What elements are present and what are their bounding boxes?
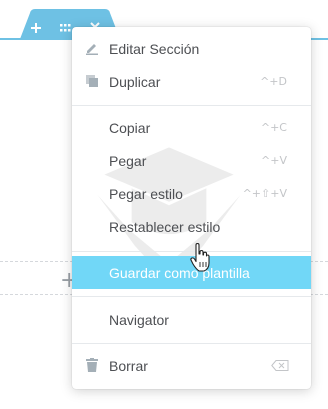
menu-item-label: Pegar estilo (109, 185, 183, 202)
add-section-button[interactable] (30, 22, 48, 40)
menu-item-label: Copiar (109, 119, 151, 136)
shortcut-hint: ^+V (261, 154, 287, 167)
menu-item-copy[interactable]: Copiar ^+C (72, 111, 311, 144)
plus-icon (31, 23, 41, 33)
menu-item-label: Navigator (109, 311, 169, 328)
shortcut-hint: ^+D (260, 75, 287, 88)
menu-divider (72, 105, 311, 106)
trash-icon (84, 357, 100, 373)
menu-item-label: Pegar (109, 152, 147, 169)
shortcut-hint: ^+⇧+V (242, 187, 287, 200)
pencil-icon (84, 40, 100, 56)
menu-item-label: Borrar (109, 357, 148, 374)
menu-item-paste-style[interactable]: Pegar estilo ^+⇧+V (72, 177, 311, 210)
menu-divider (72, 343, 311, 344)
menu-item-reset-style[interactable]: Restablecer estilo (72, 210, 311, 243)
menu-item-navigator[interactable]: Navigator (72, 303, 311, 336)
shortcut-hint: ^+C (260, 121, 287, 134)
menu-item-label: Duplicar (109, 73, 161, 90)
context-menu: Editar Sección Duplicar ^+D Copiar ^+C P… (72, 27, 311, 389)
menu-item-label: Editar Sección (109, 40, 200, 57)
menu-divider (72, 296, 311, 297)
menu-item-label: Restablecer estilo (109, 218, 221, 235)
hand-pointer-cursor (190, 243, 210, 272)
delete-key-icon (271, 360, 289, 374)
menu-item-paste[interactable]: Pegar ^+V (72, 144, 311, 177)
grid-handle-icon (60, 24, 71, 32)
copy-icon (84, 73, 100, 89)
menu-item-edit-section[interactable]: Editar Sección (72, 32, 311, 65)
menu-item-label: Guardar como plantilla (109, 264, 250, 281)
menu-item-duplicate[interactable]: Duplicar ^+D (72, 65, 311, 98)
menu-item-delete[interactable]: Borrar (72, 349, 311, 382)
